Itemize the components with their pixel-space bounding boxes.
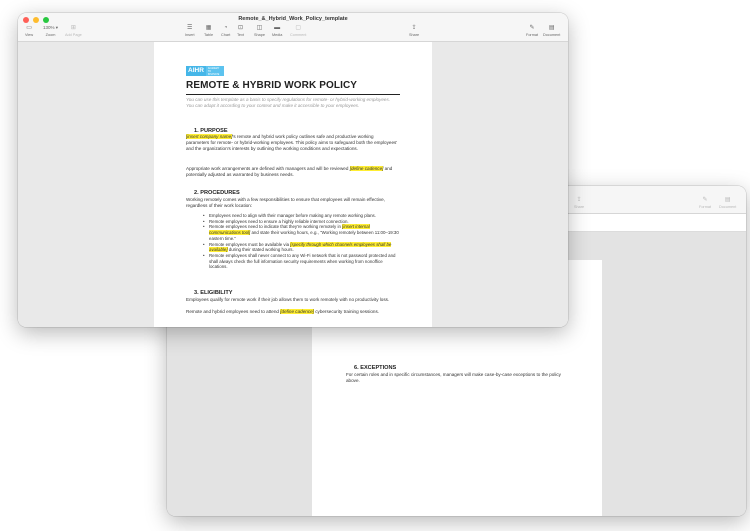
front-canvas: AIHR ACADEMY TO INNOVATE HR REMOTE & HYB…	[18, 42, 568, 327]
table-icon: ▦	[205, 25, 212, 31]
document-icon: ▤	[548, 25, 555, 31]
share-tool[interactable]: ⇪ Share	[409, 24, 419, 37]
chart-tool[interactable]: ◔ Chart	[221, 24, 230, 37]
insert-tool[interactable]: ☰ Insert	[185, 24, 195, 37]
comment-icon: ▢	[295, 25, 302, 31]
shape-tool[interactable]: ◫ Shape	[254, 24, 265, 37]
list-item: Remote employees must be available via […	[203, 241, 399, 253]
zoom-value: 130% ▾	[43, 25, 59, 30]
title-rule	[186, 94, 400, 95]
table-tool[interactable]: ▦ Table	[204, 24, 213, 37]
document-icon: ▤	[724, 197, 731, 203]
procedures-intro: Working remotely comes with a few respon…	[186, 197, 385, 209]
format-tool[interactable]: ✎ Format	[526, 24, 538, 37]
sidebar-icon: ▭	[26, 25, 32, 31]
paintbrush-icon: ✎	[529, 25, 535, 31]
eligibility-paragraph-2: Remote and hybrid employees need to atte…	[186, 309, 380, 314]
eligibility-paragraph-1: Employees qualify for remote work if the…	[186, 297, 390, 302]
procedures-list: Employees need to align with their manag…	[203, 213, 399, 270]
share-icon: ⇪	[411, 25, 417, 31]
view-tool[interactable]: ▭ View	[25, 24, 33, 37]
textbox-icon: ⊡	[237, 25, 243, 31]
add-page-tool[interactable]: ⊞ Add Page	[65, 24, 82, 37]
section-heading-procedures: 2. PROCEDURES	[194, 190, 240, 196]
document-page-1[interactable]: AIHR ACADEMY TO INNOVATE HR REMOTE & HYB…	[154, 42, 432, 327]
list-icon: ☰	[187, 25, 193, 31]
shape-icon: ◫	[256, 25, 263, 31]
back-format-tool[interactable]: ✎ Format	[699, 196, 711, 209]
media-tool[interactable]: ▬ Media	[272, 24, 282, 37]
purpose-paragraph-1: [insert company name]'s remote and hybri…	[186, 134, 398, 152]
front-toolbar: Remote_&_Hybrid_Work_Policy_template ▭ V…	[18, 13, 568, 42]
exceptions-paragraph: For certain roles and in specific circum…	[346, 372, 561, 384]
back-document-tool[interactable]: ▤ Document	[719, 196, 736, 209]
paintbrush-icon: ✎	[702, 197, 708, 203]
text-tool[interactable]: ⊡ Text	[237, 24, 244, 37]
list-item: Remote employees shall never connect to …	[203, 253, 399, 270]
list-item: Remote employees need to indicate that t…	[203, 224, 399, 241]
intro-text: You can use this template as a basis to …	[186, 97, 391, 108]
section-heading-exceptions: 6. EXCEPTIONS	[354, 365, 397, 371]
zoom-tool[interactable]: 130% ▾ Zoom	[43, 24, 58, 37]
media-icon: ▬	[274, 25, 281, 31]
document-title: REMOTE & HYBRID WORK POLICY	[186, 80, 358, 91]
front-pages-window[interactable]: Remote_&_Hybrid_Work_Policy_template ▭ V…	[18, 13, 568, 327]
aihr-logo: AIHR ACADEMY TO INNOVATE HR	[186, 66, 224, 79]
comment-tool[interactable]: ▢ Comment	[290, 24, 306, 37]
section-heading-eligibility: 3. ELIGIBILITY	[194, 290, 233, 296]
document-tool[interactable]: ▤ Document	[543, 24, 560, 37]
chart-icon: ◔	[223, 25, 228, 31]
add-page-icon: ⊞	[70, 25, 76, 31]
share-icon: ⇪	[576, 197, 582, 203]
purpose-paragraph-2: Appropriate work arrangements are define…	[186, 166, 393, 178]
window-title: Remote_&_Hybrid_Work_Policy_template	[238, 16, 348, 22]
back-share-tool[interactable]: ⇪ Share	[574, 196, 584, 209]
